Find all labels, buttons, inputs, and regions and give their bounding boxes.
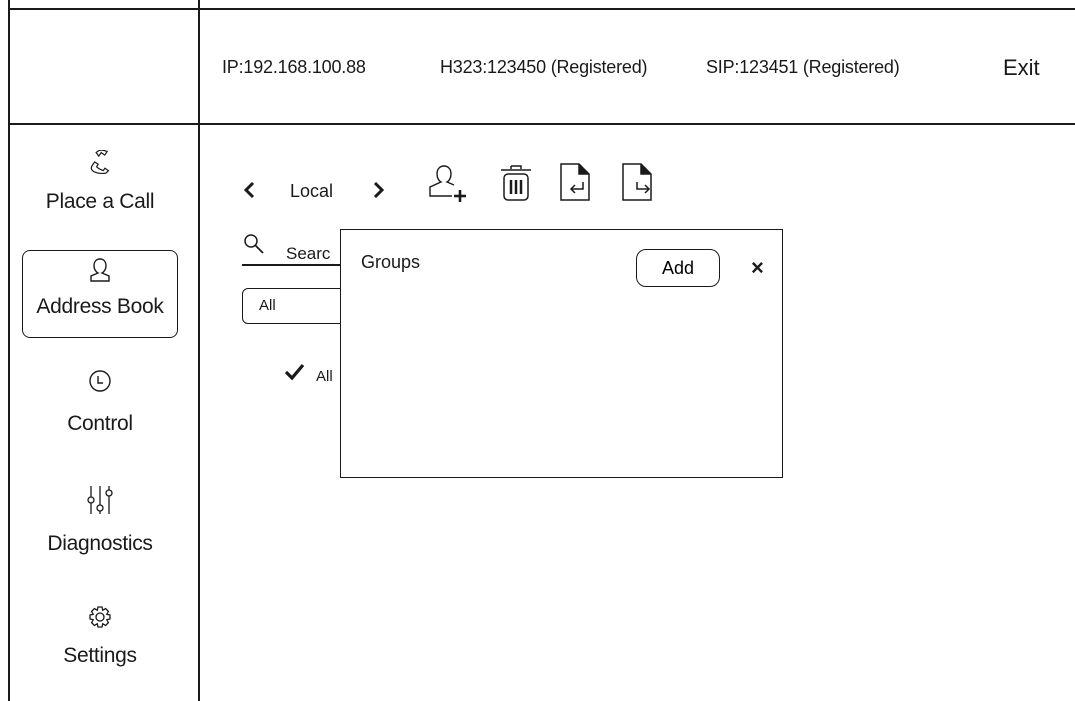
phone-icon [22,150,178,176]
sidebar-item-address-book[interactable]: Address Book [22,250,178,338]
sidebar-item-label: Place a Call [45,190,155,213]
header-divider [8,123,1075,125]
search-icon [242,232,266,261]
add-contact-icon[interactable] [424,160,470,211]
list-item-label: All [316,368,333,385]
trash-icon[interactable] [496,160,536,209]
search-input[interactable]: Searc [286,244,330,264]
close-icon[interactable]: × [751,257,764,279]
chevron-left-icon[interactable] [242,180,256,205]
left-border [8,0,10,701]
h323-status: H323:123450 (Registered) [440,57,648,77]
sidebar-item-label: Control [67,412,133,435]
import-icon[interactable] [558,160,598,209]
sidebar-item-diagnostics[interactable]: Diagnostics [22,484,178,566]
group-filter-value: All [259,297,276,314]
exit-button[interactable]: Exit [1003,55,1040,81]
ip-address: IP:192.168.100.88 [222,57,366,77]
sidebar-item-settings[interactable]: Settings [22,604,178,680]
export-icon[interactable] [620,160,660,209]
sidebar-item-label: Settings [63,644,137,667]
chevron-right-icon[interactable] [372,180,386,205]
search-underline [242,264,352,266]
checkmark-icon [284,362,306,387]
person-icon [23,257,177,285]
gear-icon [22,604,178,630]
location-label: Local [290,181,334,201]
sidebar-divider [198,0,200,701]
sidebar-item-control[interactable]: Control [22,368,178,448]
add-group-button[interactable]: Add [636,249,720,287]
sidebar-item-label: Diagnostics [47,532,153,555]
dialog-title: Groups [361,252,421,272]
sidebar-item-label: Address Book [36,295,164,318]
sliders-icon [22,484,178,516]
groups-dialog: Groups Add × [340,229,783,478]
clock-icon [22,368,178,394]
sip-status: SIP:123451 (Registered) [706,57,900,77]
top-border [8,8,1075,10]
sidebar-item-place-a-call[interactable]: Place a Call [22,150,178,220]
